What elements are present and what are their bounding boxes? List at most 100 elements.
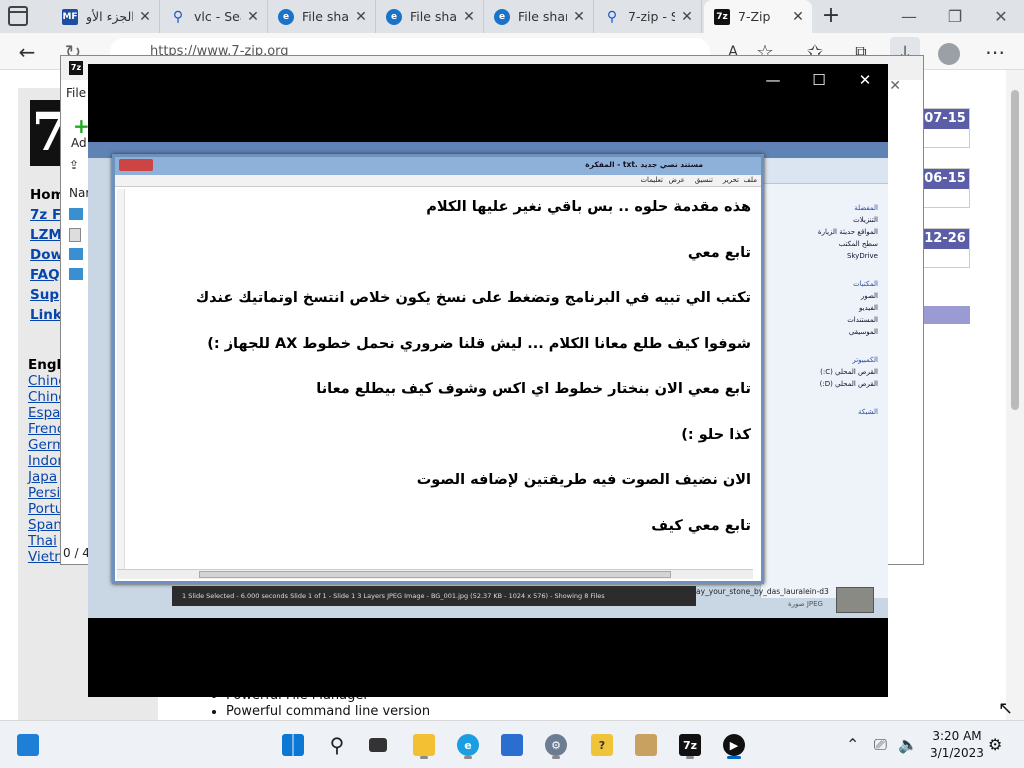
close-window-button[interactable]: ✕ xyxy=(978,0,1024,33)
video-frame[interactable]: المفضلة التنزيلات المواقع حديثة الزيارة … xyxy=(88,142,888,618)
browser-tab[interactable]: ⚲ 7-zip - S ✕ xyxy=(594,0,702,33)
volume-icon[interactable]: 🔈 xyxy=(898,735,918,754)
explorer-nav-item: المكتبات xyxy=(853,280,878,288)
release-date-badge: 12-26 xyxy=(920,228,970,268)
browser-tab-active[interactable]: 7z 7-Zip ✕ xyxy=(704,0,812,33)
drive-icon[interactable] xyxy=(69,208,83,220)
media-player-icon[interactable]: ▶ xyxy=(718,729,750,761)
tab-close-icon[interactable]: ✕ xyxy=(461,9,477,25)
notepad-line: تابع معي xyxy=(687,244,751,261)
page-scrollbar[interactable] xyxy=(1006,70,1024,720)
notepad-menu-item: عرض xyxy=(668,176,685,184)
explorer-nav-item: الفيديو xyxy=(859,304,878,312)
tab-title: File shar xyxy=(410,9,457,24)
browser-tab[interactable]: MF الجزء الأو ✕ xyxy=(52,0,160,33)
tab-title: vlc - Sea xyxy=(194,9,241,24)
scrollbar-thumb[interactable] xyxy=(1011,90,1019,410)
tab-close-icon[interactable]: ✕ xyxy=(571,9,587,25)
system-clock[interactable]: 3:20 AM 3/1/2023 xyxy=(928,728,986,762)
browser-tab[interactable]: e File shar ✕ xyxy=(376,0,484,33)
notepad-line: تابع معي كيف xyxy=(651,517,751,534)
network-icon[interactable] xyxy=(69,248,83,260)
notification-icon[interactable]: ⚙ xyxy=(988,735,1002,754)
browser-tab[interactable]: ⚲ vlc - Sea ✕ xyxy=(160,0,268,33)
minimize-button[interactable]: — xyxy=(886,0,932,33)
mf-icon: MF xyxy=(62,8,78,25)
explorer-nav-item: المواقع حديثة الزيارة xyxy=(817,228,878,236)
notepad-line: تابع معي الان بنختار خطوط اي اكس وشوف كي… xyxy=(316,381,751,397)
widgets-icon[interactable] xyxy=(12,729,44,761)
fm-status-count: 0 / 4 xyxy=(63,546,90,560)
tab-title: File shar xyxy=(302,9,349,24)
tab-close-icon[interactable]: ✕ xyxy=(137,9,153,25)
file-explorer-icon[interactable] xyxy=(408,729,440,761)
browser-tab[interactable]: e File shar ✕ xyxy=(484,0,594,33)
restore-button[interactable]: ❐ xyxy=(932,0,978,33)
browser-tab-strip: MF الجزء الأو ✕ ⚲ vlc - Sea ✕ e File sha… xyxy=(0,0,1024,33)
notepad-line: الان نضيف الصوت فيه طريقتين لإضافه الصوت xyxy=(416,472,751,488)
explorer-nav-item: القرص المحلي (D:) xyxy=(819,380,878,388)
explorer-nav-item: الصور xyxy=(860,292,878,300)
notepad-line: هذه مقدمة حلوه .. بس باقي نغير عليها الك… xyxy=(426,199,751,215)
notepad-line: شوفوا كيف طلع معانا الكلام ... ليش قلنا … xyxy=(207,335,751,352)
file-icon[interactable] xyxy=(69,228,81,242)
fm-close-icon[interactable]: ✕ xyxy=(889,78,901,94)
up-folder-icon[interactable]: ⇪ xyxy=(69,158,79,172)
notepad-menu-item: ملف xyxy=(743,176,757,184)
7zip-icon: 7z xyxy=(714,8,730,25)
more-menu-icon[interactable]: ⋯ xyxy=(980,37,1010,67)
tab-close-icon[interactable]: ✕ xyxy=(353,9,369,25)
explorer-nav-item: SkyDrive xyxy=(846,252,878,260)
search-icon[interactable]: ⚲ xyxy=(321,729,353,761)
release-date-badge: 06-15 xyxy=(920,168,970,208)
video-thumbnail-image xyxy=(836,587,874,613)
tab-actions-icon[interactable] xyxy=(8,6,28,26)
edge-spiral-icon: e xyxy=(386,8,402,25)
edge-spiral-icon: e xyxy=(494,8,510,25)
task-view-icon[interactable] xyxy=(362,729,394,761)
video-thumbnail-caption: ay_your_stone_by_das_lauralein-d3 xyxy=(696,587,829,596)
cleanup-icon[interactable] xyxy=(630,729,662,761)
tab-title: 7-Zip xyxy=(738,9,771,24)
mouse-cursor-icon: ↖ xyxy=(998,698,1014,719)
edge-icon[interactable]: e xyxy=(452,729,484,761)
tab-close-icon[interactable]: ✕ xyxy=(790,9,806,25)
store-icon[interactable] xyxy=(496,729,528,761)
player-maximize-button[interactable]: ☐ xyxy=(804,70,834,90)
profile-avatar[interactable] xyxy=(934,37,964,67)
taskbar: ⚲ e ⚙ ? 7z ▶ ⌃ ⎚ 🔈 3:20 AM 3/1/2023 ⚙ xyxy=(0,720,1024,768)
help-folder-icon[interactable]: ? xyxy=(586,729,618,761)
fm-menu-file[interactable]: File xyxy=(66,86,86,100)
tab-title: File shar xyxy=(518,9,567,24)
tab-close-icon[interactable]: ✕ xyxy=(679,9,695,25)
explorer-nav-item: سطح المكتب xyxy=(838,240,878,248)
notepad-text-area: هذه مقدمة حلوه .. بس باقي نغير عليها الك… xyxy=(115,193,755,557)
media-player-window: — ☐ ✕ المفضلة التنزيلات المواقع حديثة ال… xyxy=(88,64,888,697)
tab-close-icon[interactable]: ✕ xyxy=(245,9,261,25)
notepad-line: كذا حلو :) xyxy=(681,426,751,443)
browser-tab[interactable]: e File shar ✕ xyxy=(268,0,376,33)
explorer-nav-item: المفضلة xyxy=(854,204,878,212)
new-tab-button[interactable]: + xyxy=(818,2,844,30)
player-close-button[interactable]: ✕ xyxy=(850,70,880,90)
notepad-title: مستند نصي جديد .txt - المفكرة xyxy=(585,160,703,169)
back-arrow-icon[interactable]: ← xyxy=(12,37,42,67)
search-icon: ⚲ xyxy=(172,8,184,25)
explorer-toolbar xyxy=(761,158,888,184)
explorer-nav-item: القرص المحلي (C:) xyxy=(820,368,878,376)
notepad-menu-item: تنسيق xyxy=(694,176,713,184)
player-minimize-button[interactable]: — xyxy=(758,70,788,90)
clock-time: 3:20 AM xyxy=(932,729,982,743)
tab-title: الجزء الأو xyxy=(86,9,133,24)
chevron-up-icon[interactable]: ⌃ xyxy=(846,735,859,754)
network-icon[interactable]: ⎚ xyxy=(874,735,887,755)
drive-icon[interactable] xyxy=(69,268,83,280)
settings-icon[interactable]: ⚙ xyxy=(540,729,572,761)
windows-start-icon[interactable] xyxy=(277,729,309,761)
add-button-label[interactable]: Ad xyxy=(71,136,87,150)
7zip-taskbar-icon[interactable]: 7z xyxy=(674,729,706,761)
search-icon: ⚲ xyxy=(606,8,618,25)
notepad-line: تكتب الي تبيه في البرنامج وتضغط على نسخ … xyxy=(195,290,751,306)
table-highlight-row xyxy=(920,306,970,324)
7zip-app-icon: 7z xyxy=(69,61,83,75)
